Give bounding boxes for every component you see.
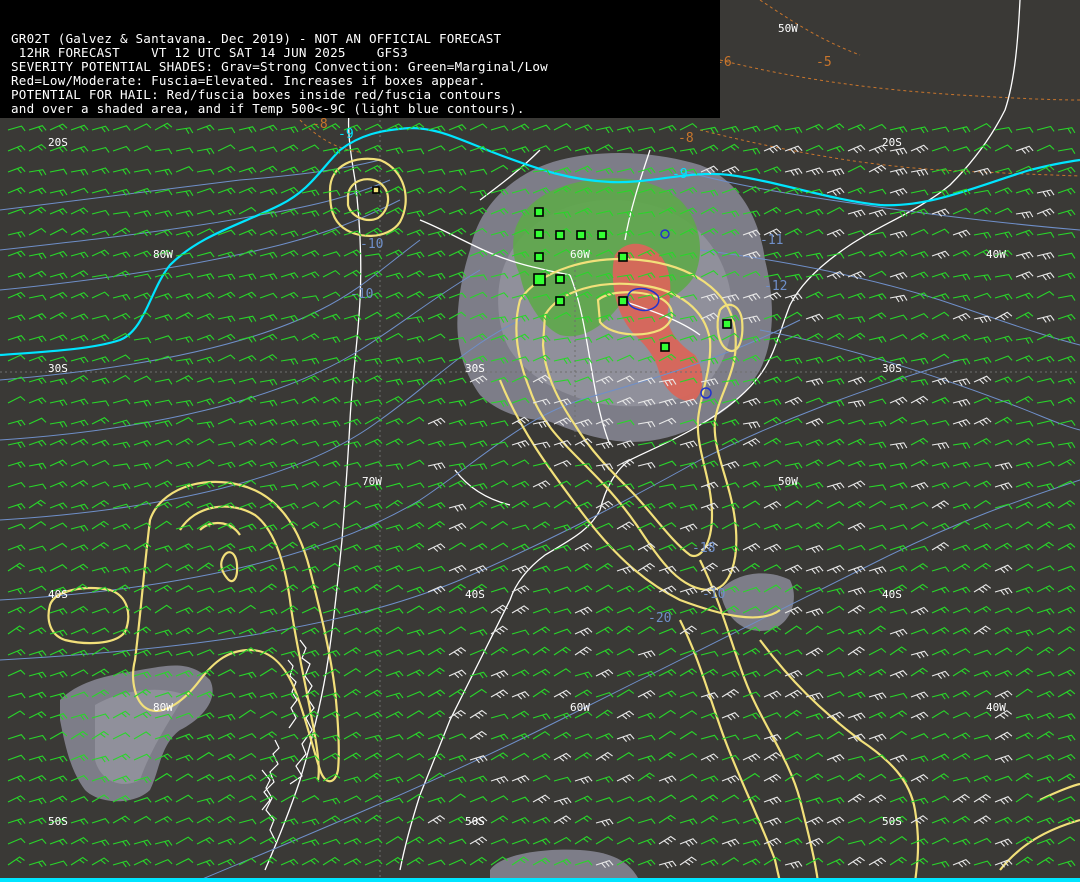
lon-label-70w-mid: 70W <box>362 475 382 488</box>
lat-label-30s-mid: 30S <box>465 362 485 375</box>
lon-label-80w-south: 80W <box>153 701 173 714</box>
forecast-map-panel: 20S 20S 30S 30S 30S 40S 40S 40S 50S 50S … <box>0 0 1080 882</box>
lat-label-50s-west: 50S <box>48 815 68 828</box>
contour-label: -11 <box>760 233 783 248</box>
map-canvas: 20S 20S 30S 30S 30S 40S 40S 40S 50S 50S … <box>0 0 1080 882</box>
lon-label-40w-north: 40W <box>986 248 1006 261</box>
lat-label-30s-west: 30S <box>48 362 68 375</box>
header-valid-time: 12HR FORECAST VT 12 UTC SAT 14 JUN 2025 … <box>11 45 408 60</box>
lat-label-20s-west: 20S <box>48 136 68 149</box>
lon-label-80w-north: 80W <box>153 248 173 261</box>
header-hail-note-2: and over a shaded area, and if Temp 500<… <box>11 101 525 116</box>
bottom-border <box>0 878 1080 882</box>
header-title: GR02T (Galvez & Santavana. Dec 2019) - N… <box>11 31 502 46</box>
contour-label: -9 <box>672 167 688 182</box>
contour-label: -9 <box>338 127 354 142</box>
lon-label-40w-south: 40W <box>986 701 1006 714</box>
contour-label: -10 <box>702 587 725 602</box>
lon-label-50w-top: 50W <box>778 22 798 35</box>
lat-label-50s-mid: 50S <box>465 815 485 828</box>
contour-label: -10 <box>350 287 373 302</box>
lat-label-50s-east: 50S <box>882 815 902 828</box>
contour-label: -18 <box>692 541 715 556</box>
header-legend-shades: SEVERITY POTENTIAL SHADES: Grav=Strong C… <box>11 59 548 74</box>
contour-label: -20 <box>648 611 671 626</box>
lon-label-60w-south: 60W <box>570 701 590 714</box>
lon-label-60w-north: 60W <box>570 248 590 261</box>
contour-label: -12 <box>764 279 787 294</box>
forecast-header: GR02T (Galvez & Santavana. Dec 2019) - N… <box>0 0 720 118</box>
lat-label-40s-west: 40S <box>48 588 68 601</box>
lat-label-40s-east: 40S <box>882 588 902 601</box>
contour-label: -8 <box>678 131 694 146</box>
lat-label-30s-east: 30S <box>882 362 902 375</box>
header-legend-colors: Red=Low/Moderate: Fuscia=Elevated. Incre… <box>11 73 486 88</box>
lat-label-40s-mid: 40S <box>465 588 485 601</box>
header-hail-note: POTENTIAL FOR HAIL: Red/fuscia boxes ins… <box>11 87 502 102</box>
lat-label-20s-east: 20S <box>882 136 902 149</box>
lon-label-50w-mid: 50W <box>778 475 798 488</box>
contour-label: -5 <box>816 55 832 70</box>
contour-label: -8 <box>312 117 328 132</box>
contour-label: -10 <box>360 237 383 252</box>
